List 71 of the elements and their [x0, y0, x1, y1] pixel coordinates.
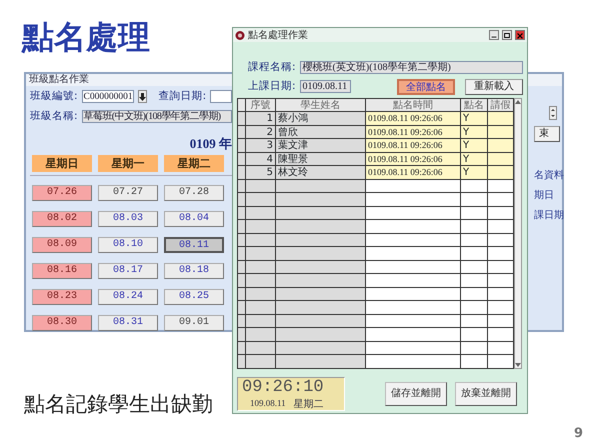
field-label: 查詢日期: — [158, 89, 206, 104]
clock-weekday: 星期二 — [294, 398, 324, 412]
date-button[interactable]: 08.25 — [164, 289, 224, 305]
clock-time: 09:26:10 — [242, 378, 325, 397]
date-button[interactable]: 08.11 — [164, 237, 224, 253]
page-number: 9 — [574, 425, 584, 443]
spinner-icon[interactable] — [549, 106, 557, 120]
table-cell: 0109.08.11 09:26:06 — [366, 166, 460, 180]
date-button[interactable]: 08.03 — [98, 211, 158, 227]
date-button[interactable]: 08.10 — [98, 237, 158, 253]
footer-button[interactable]: 儲存並離開 — [385, 382, 447, 406]
field-label: 班級編號: — [30, 89, 78, 104]
weekday-header: 星期二 — [164, 155, 224, 172]
toolbar-button[interactable]: 全部點名 — [397, 78, 455, 95]
table-cell: 曾欣 — [276, 125, 366, 139]
close-button[interactable] — [515, 30, 525, 40]
table-cell: 葉文津 — [276, 138, 366, 152]
side-label: 期日 — [534, 188, 555, 203]
toolbar-button[interactable]: 重新載入 — [465, 78, 523, 95]
date-button[interactable]: 08.24 — [98, 289, 158, 305]
down-arrow-icon — [138, 92, 146, 101]
year-label: 0109 年 — [190, 134, 232, 152]
field-label: 上課日期: — [248, 78, 296, 94]
date-button[interactable]: 08.31 — [98, 315, 158, 331]
table-cell: 0109.08.11 09:26:06 — [366, 138, 460, 152]
table-cell: 林文玲 — [276, 166, 366, 180]
date-button[interactable]: 09.01 — [164, 315, 224, 331]
table-cell: 陳聖景 — [276, 152, 366, 166]
date-button[interactable]: 08.17 — [98, 263, 158, 279]
column-header[interactable]: 請假 — [488, 98, 514, 112]
field-label: 班級名稱: — [30, 108, 78, 124]
close-icon — [516, 30, 524, 40]
footer-button[interactable]: 放棄並離開 — [455, 382, 517, 406]
date-button[interactable]: 08.16 — [32, 263, 92, 279]
column-header[interactable]: 序號 — [246, 98, 276, 112]
clock-date: 109.08.11 — [250, 396, 286, 410]
window-title: 班級點名作業 — [29, 74, 89, 85]
date-button[interactable]: 08.02 — [32, 211, 92, 227]
table-cell: 0109.08.11 09:26:06 — [366, 125, 460, 139]
window-title: 點名處理作業 — [248, 28, 309, 42]
side-label: 課日期 — [534, 208, 562, 223]
minimize-button[interactable] — [489, 30, 499, 40]
dropdown-button[interactable] — [138, 90, 147, 104]
weekday-header: 星期一 — [98, 155, 158, 172]
table-cell: 0109.08.11 09:26:06 — [366, 112, 460, 126]
weekday-header: 星期日 — [32, 155, 92, 172]
column-header[interactable]: 點名 — [460, 98, 488, 112]
slide-title: 點名處理 — [22, 18, 150, 56]
date-button[interactable]: 07.28 — [164, 185, 224, 201]
side-button[interactable]: 束 — [534, 126, 560, 142]
slide-caption: 點名記錄學生出缺勤 — [24, 392, 213, 418]
table-cell: 蔡小鴻 — [276, 112, 366, 126]
date-button[interactable]: 08.04 — [164, 211, 224, 227]
date-button[interactable]: 08.30 — [32, 315, 92, 331]
table-cell: 0109.08.11 09:26:06 — [366, 152, 460, 166]
date-button[interactable]: 08.23 — [32, 289, 92, 305]
scrollbar[interactable] — [514, 98, 522, 369]
field-label: 課程名稱: — [248, 60, 296, 75]
query-date-field[interactable] — [210, 90, 232, 104]
maximize-icon — [503, 30, 511, 40]
date-button[interactable]: 07.26 — [32, 185, 92, 201]
maximize-button[interactable] — [502, 30, 512, 40]
class-date-field[interactable]: 0109.08.11 — [300, 80, 351, 94]
class-number-field[interactable]: C000000001 — [82, 90, 134, 104]
date-button[interactable]: 08.09 — [32, 237, 92, 253]
column-header[interactable]: 學生姓名 — [276, 98, 366, 112]
app-icon — [235, 30, 245, 40]
date-button[interactable]: 07.27 — [98, 185, 158, 201]
column-header[interactable]: 點名時間 — [366, 98, 460, 112]
side-label: 名資料 — [534, 168, 562, 183]
date-button[interactable]: 08.18 — [164, 263, 224, 279]
